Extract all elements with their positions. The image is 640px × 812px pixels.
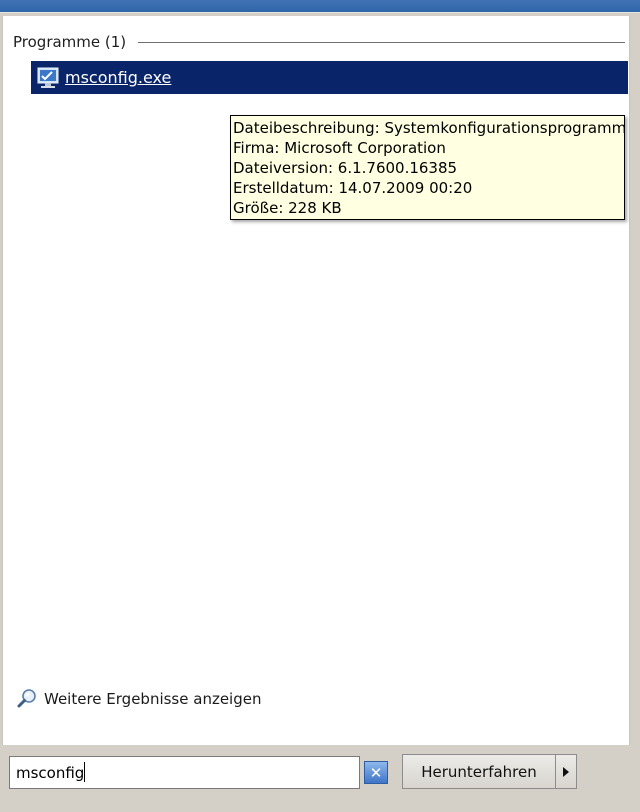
tooltip-file-version: Dateiversion: 6.1.7600.16385 bbox=[233, 159, 458, 177]
window-top-band bbox=[0, 0, 640, 12]
result-item-label: msconfig.exe bbox=[65, 68, 172, 87]
arrow-right-icon bbox=[563, 766, 569, 777]
section-divider bbox=[138, 41, 625, 43]
shutdown-options-button[interactable] bbox=[556, 754, 577, 789]
result-item-msconfig[interactable]: msconfig.exe bbox=[31, 61, 628, 94]
tooltip-created-date: Erstelldatum: 14.07.2009 00:20 bbox=[233, 179, 473, 197]
more-results-link[interactable]: Weitere Ergebnisse anzeigen bbox=[16, 688, 261, 710]
shutdown-button-label: Herunterfahren bbox=[421, 762, 537, 781]
clear-search-button[interactable]: ✕ bbox=[364, 761, 388, 784]
search-input[interactable] bbox=[9, 756, 360, 789]
section-header-label: Programme (1) bbox=[13, 33, 127, 51]
more-results-label: Weitere Ergebnisse anzeigen bbox=[44, 690, 262, 708]
shutdown-button[interactable]: Herunterfahren bbox=[402, 754, 556, 789]
msconfig-app-icon bbox=[36, 66, 60, 90]
search-icon bbox=[16, 688, 38, 710]
tooltip-company: Firma: Microsoft Corporation bbox=[233, 139, 446, 157]
tooltip-description: Dateibeschreibung: Systemkonfigurationsp… bbox=[233, 119, 627, 137]
file-info-tooltip: Dateibeschreibung: Systemkonfigurationsp… bbox=[230, 115, 627, 220]
tooltip-size: Größe: 228 KB bbox=[233, 199, 342, 217]
close-icon: ✕ bbox=[369, 763, 383, 782]
section-header-programs: Programme (1) bbox=[13, 32, 625, 52]
text-caret bbox=[84, 762, 85, 782]
